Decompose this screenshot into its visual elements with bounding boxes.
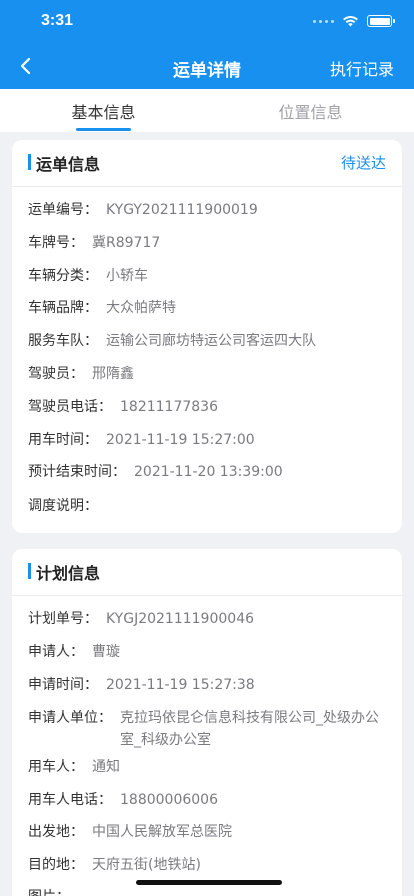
field-label: 目的地： bbox=[28, 857, 84, 873]
section-accent-bar bbox=[28, 563, 31, 579]
info-row: 车辆品牌： 大众帕萨特 bbox=[28, 297, 386, 319]
field-label: 图片： bbox=[28, 886, 70, 896]
info-row: 用车人电话： 18800006006 bbox=[28, 789, 386, 811]
field-value: 2021-11-19 15:27:00 bbox=[106, 432, 255, 448]
field-label: 用车时间： bbox=[28, 432, 98, 448]
app-header: 3:31 运单详情 执行记录 bbox=[0, 0, 414, 89]
info-row: 运单编号： KYGY2021111900019 bbox=[28, 199, 386, 221]
home-indicator bbox=[136, 880, 282, 885]
field-label: 申请人单位： bbox=[28, 710, 112, 726]
info-row: 调度说明： bbox=[28, 495, 386, 517]
field-value: 邢隋鑫 bbox=[92, 366, 134, 382]
field-label: 出发地： bbox=[28, 824, 84, 840]
info-row: 服务车队： 运输公司廊坊特运公司客运四大队 bbox=[28, 330, 386, 352]
wifi-icon bbox=[343, 15, 358, 27]
field-label: 服务车队： bbox=[28, 333, 98, 349]
field-label: 调度说明： bbox=[28, 498, 98, 514]
field-value: 小轿车 bbox=[106, 268, 148, 284]
field-label: 车牌号： bbox=[28, 235, 84, 251]
card-header: 计划信息 bbox=[12, 549, 402, 596]
status-bar: 3:31 bbox=[0, 0, 414, 44]
info-row: 申请时间： 2021-11-19 15:27:38 bbox=[28, 674, 386, 696]
field-label: 预计结束时间： bbox=[28, 464, 126, 480]
field-value: 冀R89717 bbox=[92, 235, 161, 251]
tab-basic-info[interactable]: 基本信息 bbox=[0, 99, 207, 123]
field-value: 2021-11-19 15:27:38 bbox=[106, 677, 255, 693]
info-row: 目的地： 天府五街(地铁站) bbox=[28, 854, 386, 876]
tab-bar: 基本信息 位置信息 bbox=[0, 89, 414, 132]
info-row: 申请人单位： 克拉玛依昆仑信息科技有限公司_处级办公室_科级办公室 bbox=[28, 707, 386, 751]
field-value: 克拉玛依昆仑信息科技有限公司_处级办公室_科级办公室 bbox=[120, 710, 379, 748]
nav-bar: 运单详情 执行记录 bbox=[0, 44, 414, 89]
info-row: 计划单号： KYGJ2021111900046 bbox=[28, 608, 386, 630]
section-title: 运单信息 bbox=[36, 155, 101, 174]
plan-info-card: 计划信息 计划单号： KYGJ2021111900046 申请人： 曹璇申请时间： 20… bbox=[12, 549, 402, 896]
field-value: 天府五街(地铁站) bbox=[92, 857, 201, 873]
info-row: 车牌号： 冀R89717 bbox=[28, 232, 386, 254]
info-row: 用车时间： 2021-11-19 15:27:00 bbox=[28, 429, 386, 451]
field-value: 大众帕萨特 bbox=[106, 300, 176, 316]
field-value: KYGJ2021111900046 bbox=[106, 611, 255, 627]
battery-icon bbox=[367, 15, 395, 27]
field-label: 车辆品牌： bbox=[28, 300, 98, 316]
field-label: 驾驶员电话： bbox=[28, 399, 112, 415]
execution-record-button[interactable]: 执行记录 bbox=[330, 56, 394, 80]
field-value: 18800006006 bbox=[120, 792, 218, 808]
tab-location-info[interactable]: 位置信息 bbox=[207, 99, 414, 123]
field-label: 申请人： bbox=[28, 644, 84, 660]
section-title: 计划信息 bbox=[36, 564, 101, 583]
signal-icon bbox=[313, 19, 334, 23]
info-row: 驾驶员电话： 18211177836 bbox=[28, 396, 386, 418]
field-value: 2021-11-20 13:39:00 bbox=[134, 464, 283, 480]
info-row: 出发地： 中国人民解放军总医院 bbox=[28, 821, 386, 843]
info-row: 驾驶员： 邢隋鑫 bbox=[28, 363, 386, 385]
field-value: 中国人民解放军总医院 bbox=[92, 824, 232, 840]
field-value: 18211177836 bbox=[120, 399, 218, 415]
field-label: 用车人电话： bbox=[28, 792, 112, 808]
field-label: 计划单号： bbox=[28, 611, 98, 627]
field-value: 曹璇 bbox=[92, 644, 120, 660]
active-tab-indicator bbox=[76, 128, 131, 131]
waybill-info-card: 运单信息 待送达 运单编号： KYGY2021111900019 车牌号： 冀R897… bbox=[12, 140, 402, 533]
field-value: KYGY2021111900019 bbox=[106, 202, 258, 218]
field-label: 申请时间： bbox=[28, 677, 98, 693]
section-accent-bar bbox=[28, 154, 31, 170]
info-row: 车辆分类： 小轿车 bbox=[28, 265, 386, 287]
field-value: 通知 bbox=[92, 759, 120, 775]
info-row: 预计结束时间： 2021-11-20 13:39:00 bbox=[28, 461, 386, 483]
status-icons bbox=[313, 15, 395, 27]
info-row: 申请人： 曹璇 bbox=[28, 641, 386, 663]
field-label: 用车人： bbox=[28, 759, 84, 775]
info-row: 用车人： 通知 bbox=[28, 756, 386, 778]
status-time: 3:31 bbox=[41, 12, 74, 29]
field-label: 驾驶员： bbox=[28, 366, 84, 382]
info-row: 图片： bbox=[28, 886, 386, 896]
card-header: 运单信息 待送达 bbox=[12, 140, 402, 187]
field-value: 运输公司廊坊特运公司客运四大队 bbox=[106, 333, 316, 349]
status-badge: 待送达 bbox=[340, 154, 386, 172]
field-label: 运单编号： bbox=[28, 202, 98, 218]
field-label: 车辆分类： bbox=[28, 268, 98, 284]
